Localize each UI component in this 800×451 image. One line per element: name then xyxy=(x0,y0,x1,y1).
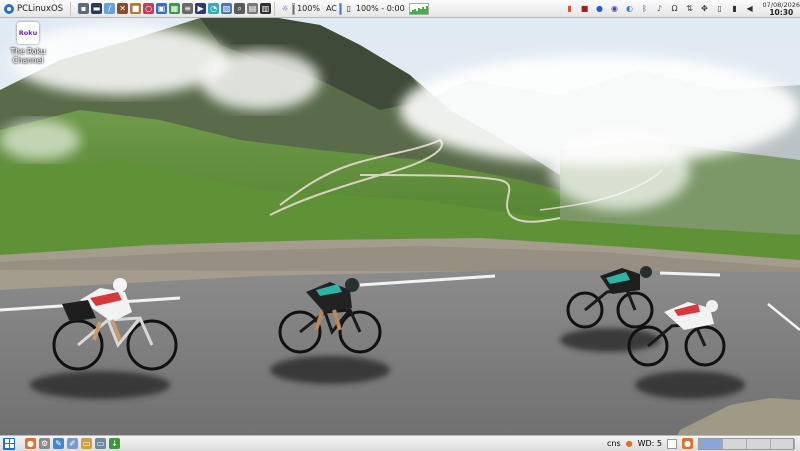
notification-icon[interactable]: ● xyxy=(626,439,633,448)
syringe-icon[interactable]: / xyxy=(104,3,116,14)
workspace-indicator[interactable]: WD: 5 xyxy=(638,439,662,448)
battery-icon: ▯ xyxy=(346,4,352,13)
download-icon[interactable]: ↓ xyxy=(109,438,120,449)
bluetooth-icon[interactable]: ᛒ xyxy=(640,4,650,14)
brightness-indicator[interactable]: ☼ 100% xyxy=(280,2,320,15)
volume-icon[interactable]: ◀ xyxy=(745,4,755,14)
workspace-cell[interactable] xyxy=(723,438,747,449)
chat-icon[interactable]: ◔ xyxy=(208,3,220,14)
start-menu-button[interactable]: PCLinuxOS xyxy=(0,0,67,18)
paint-icon[interactable]: ✐ xyxy=(67,438,78,449)
desktop-icon-label-line2: Channel xyxy=(12,56,44,65)
firefox-icon[interactable]: ● xyxy=(682,438,693,449)
ac-level-bar xyxy=(338,2,342,15)
desktop-wallpaper xyxy=(0,0,800,451)
brightness-icon: ☼ xyxy=(281,4,289,13)
start-menu-label: PCLinuxOS xyxy=(17,3,64,14)
screenshot-icon[interactable]: ▣ xyxy=(156,3,168,14)
ac-label: AC xyxy=(325,4,337,13)
text-editor-icon[interactable]: ✎ xyxy=(53,438,64,449)
omega-icon[interactable]: Ω xyxy=(670,4,680,14)
notes-icon[interactable]: ■ xyxy=(580,4,590,14)
bottom-launch-bar: ● ⚙ ✎ ✐ ▭ ▭ ↓ xyxy=(25,438,120,449)
settings-icon[interactable]: ⚙ xyxy=(39,438,50,449)
ring-icon[interactable]: ○ xyxy=(143,3,155,14)
app-menu-button[interactable] xyxy=(3,437,15,450)
panel-separator xyxy=(274,1,276,16)
tools-icon[interactable]: ✕ xyxy=(117,3,129,14)
pclinuxos-logo-icon xyxy=(4,3,14,14)
desktop-icon-roku-channel[interactable]: Roku The Roku Channel xyxy=(8,22,48,65)
lock-icon[interactable]: ▮ xyxy=(565,4,575,14)
media-player-icon[interactable]: ▶ xyxy=(195,3,207,14)
battery-icon[interactable]: ▮ xyxy=(730,4,740,14)
clock-time: 10:30 xyxy=(769,7,794,17)
package-icon[interactable]: ■ xyxy=(130,3,142,14)
show-desktop-button[interactable] xyxy=(667,438,677,449)
brightness-label: 100% xyxy=(297,4,320,13)
file-manager-icon[interactable]: ▭ xyxy=(81,438,92,449)
graph-bar xyxy=(425,5,428,14)
earth-icon[interactable]: ◐ xyxy=(625,4,635,14)
panel-separator xyxy=(70,1,72,16)
search-icon[interactable]: ⌕ xyxy=(234,3,246,14)
calculator-icon[interactable]: ▤ xyxy=(247,3,259,14)
spreadsheet-icon[interactable]: ▦ xyxy=(169,3,181,14)
clock[interactable]: 07/08/2026 10:30 xyxy=(763,1,800,17)
terminal-icon[interactable]: ▬ xyxy=(91,3,103,14)
floppy-disk-icon[interactable]: ▪ xyxy=(78,3,90,14)
display-icon[interactable]: ▭ xyxy=(95,438,106,449)
workspace-label: WD: 5 xyxy=(637,439,662,448)
brightness-level-bar xyxy=(292,2,296,15)
system-tray: ▮ ■ ● ◉ ◐ ᛒ ♪ Ω ⇅ ✥ ▯ ▮ ◀ xyxy=(565,4,759,14)
image-viewer-icon[interactable]: ▨ xyxy=(221,3,233,14)
roku-logo-icon: Roku xyxy=(17,22,39,44)
top-panel: PCLinuxOS ▪ ▬ / ✕ ■ ○ ▣ ▦ ≡ ▶ ◔ ▨ ⌕ ▤ ▥ ☼ 100% AC ▯ 10… xyxy=(0,0,800,18)
firefox-icon[interactable]: ● xyxy=(25,438,36,449)
workspace-pager[interactable] xyxy=(698,437,795,450)
workspace-cell[interactable] xyxy=(699,438,723,449)
power-status[interactable]: AC ▯ 100% - 0:00 xyxy=(325,2,405,15)
desktop-icon-label: The Roku Channel xyxy=(11,47,46,65)
battery-label: 100% - 0:00 xyxy=(355,4,405,13)
accessibility-icon[interactable]: ✥ xyxy=(700,4,710,14)
workspace-cell[interactable] xyxy=(771,438,795,449)
system-load-graph[interactable] xyxy=(408,2,429,15)
desktop-icon-label-line1: The Roku xyxy=(10,47,46,56)
workspace-cell[interactable] xyxy=(747,438,771,449)
bottom-panel: ● ⚙ ✎ ✐ ▭ ▭ ↓ cns ● WD: 5 ● xyxy=(0,435,800,451)
chromium-icon[interactable]: ● xyxy=(595,4,605,14)
quick-launch-bar: ▪ ▬ / ✕ ■ ○ ▣ ▦ ≡ ▶ ◔ ▨ ⌕ ▤ ▥ xyxy=(78,3,272,14)
film-icon[interactable]: ▥ xyxy=(260,3,272,14)
cns-label: cns xyxy=(606,439,621,448)
power-icon[interactable]: ◉ xyxy=(610,4,620,14)
clipboard-icon[interactable]: ▯ xyxy=(715,4,725,14)
document-icon[interactable]: ≡ xyxy=(182,3,194,14)
microphone-icon[interactable]: ♪ xyxy=(655,4,665,14)
network-icon[interactable]: ⇅ xyxy=(685,4,695,14)
